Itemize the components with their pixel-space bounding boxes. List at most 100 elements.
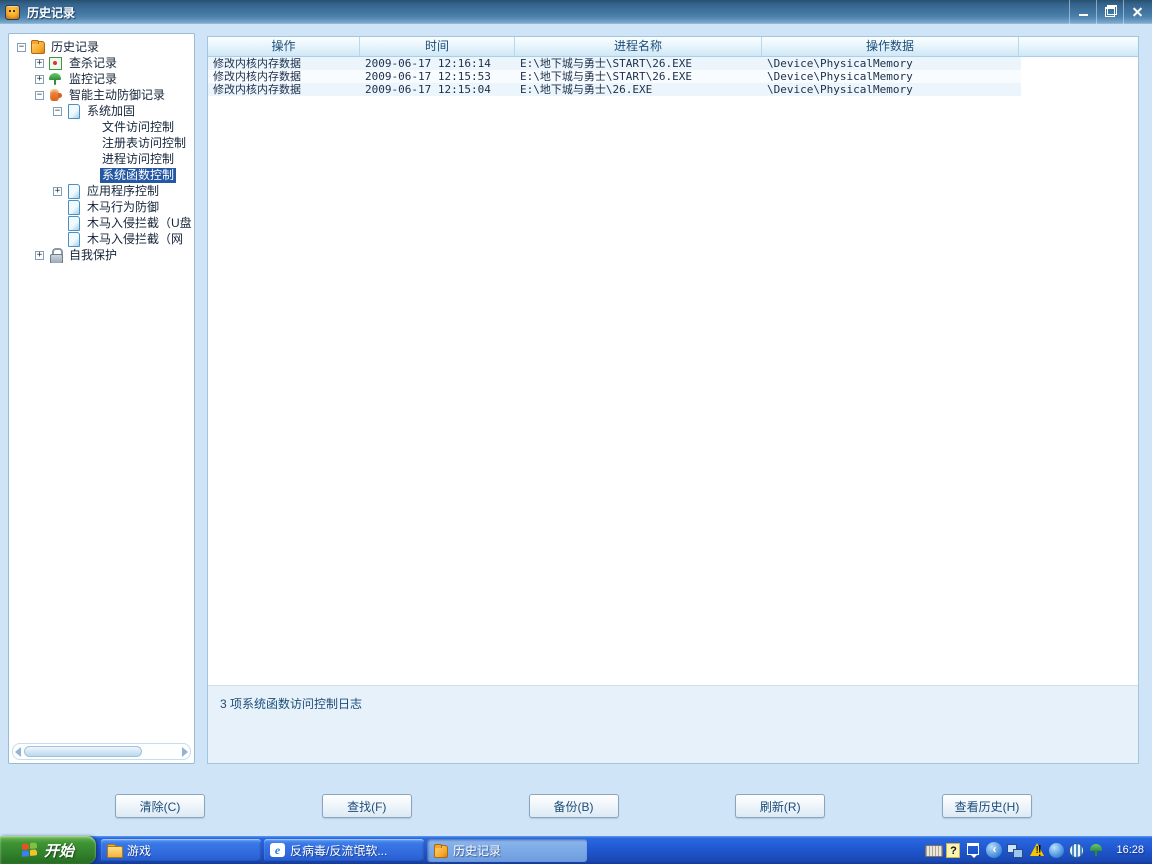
scan-record-icon (48, 56, 63, 70)
lock-icon (48, 248, 63, 263)
tree-item-label: 系统加固 (87, 103, 136, 118)
document-icon (66, 200, 81, 215)
tree-item[interactable]: 木马入侵拦截（U盘 (9, 215, 194, 231)
tree-item-label: 查杀记录 (69, 55, 118, 70)
app-shield-icon (5, 4, 20, 20)
tree-item[interactable]: 木马行为防御 (9, 199, 194, 215)
tree-item[interactable]: + 查杀记录 (9, 55, 194, 71)
tree-horizontal-scrollbar[interactable] (12, 743, 191, 760)
expand-toggle-icon[interactable]: + (35, 58, 44, 68)
desktop: 历史记录 − 历史记录 + 查杀记录 + 监控记录 − 智能主动防御记录 − 系统加固 文件访问控制… (0, 0, 1152, 864)
tree-item-label: 监控记录 (69, 71, 118, 86)
system-tray: ? ‹ 16:28 (925, 836, 1152, 864)
window-title: 历史记录 (27, 5, 76, 20)
tree-item-label: 历史记录 (51, 39, 100, 54)
tree-item[interactable]: 文件访问控制 (9, 119, 194, 135)
restore-button[interactable] (1096, 0, 1123, 24)
document-icon (66, 216, 81, 231)
scroll-right-arrow-icon[interactable] (182, 746, 188, 757)
table-cell: 修改内核内存数据 (213, 70, 301, 83)
windows-flag-icon (21, 842, 38, 858)
close-button[interactable] (1123, 0, 1150, 24)
column-header[interactable]: 时间 (360, 37, 515, 56)
status-band: 3 项系统函数访问控制日志 (208, 685, 1138, 763)
column-header[interactable]: 操作数据 (762, 37, 1019, 56)
tree-item[interactable]: 木马入侵拦截（网 (9, 231, 194, 247)
view-history-button[interactable]: 查看历史(H) (942, 794, 1032, 818)
history-tree-panel: − 历史记录 + 查杀记录 + 监控记录 − 智能主动防御记录 − 系统加固 文件访问控制 注册表访问… (8, 33, 195, 764)
log-list-panel: 操作 时间 进程名称 操作数据 修改内核内存数据 2009-06-17 12:16:14… (207, 36, 1139, 764)
table-row[interactable]: 修改内核内存数据 2009-06-17 12:15:04 E:\地下城与勇士\26.… (208, 83, 1021, 96)
task-label: 游戏 (127, 843, 152, 858)
log-table-body: 修改内核内存数据 2009-06-17 12:16:14 E:\地下城与勇士\STA… (208, 57, 1138, 685)
tree-item[interactable]: + 监控记录 (9, 71, 194, 87)
log-table-header: 操作 时间 进程名称 操作数据 (208, 37, 1138, 57)
tree-item-label: 木马入侵拦截（网 (87, 231, 184, 246)
table-cell: 2009-06-17 12:15:53 (365, 70, 491, 83)
game-folder-icon (107, 843, 123, 858)
table-row[interactable]: 修改内核内存数据 2009-06-17 12:15:53 E:\地下城与勇士\STA… (208, 70, 1021, 83)
tree-item-label-selected: 系统函数控制 (100, 167, 177, 183)
clear-button[interactable]: 清除(C) (115, 794, 205, 818)
globe-icon[interactable] (1049, 842, 1065, 858)
tree-item[interactable]: 系统函数控制 (9, 167, 194, 183)
refresh-button[interactable]: 刷新(R) (735, 794, 826, 818)
tree-item[interactable]: − 智能主动防御记录 (9, 87, 194, 103)
collapse-chevron-icon[interactable]: ‹ (986, 842, 1003, 858)
tree-item[interactable]: − 历史记录 (9, 39, 194, 55)
column-header[interactable] (1019, 37, 1138, 56)
defense-hand-icon (48, 88, 63, 102)
scroll-left-arrow-icon[interactable] (15, 746, 21, 757)
column-header[interactable]: 进程名称 (515, 37, 762, 56)
log-count-status: 3 项系统函数访问控制日志 (220, 697, 363, 711)
table-row[interactable]: 修改内核内存数据 2009-06-17 12:16:14 E:\地下城与勇士\STA… (208, 57, 1021, 70)
network-icon[interactable] (1007, 842, 1024, 858)
collapse-toggle-icon[interactable]: − (17, 42, 26, 52)
taskbar: 开始 游戏 e 反病毒/反流氓软... 历史记录 ? ‹ 16:28 (0, 836, 1152, 864)
striped-ball-icon[interactable] (1069, 842, 1085, 858)
tree-item[interactable]: 进程访问控制 (9, 151, 194, 167)
history-window: 历史记录 − 历史记录 + 查杀记录 + 监控记录 − 智能主动防御记录 − 系统加固 文件访问控制… (0, 0, 1152, 836)
find-button[interactable]: 查找(F) (321, 794, 412, 818)
taskbar-task[interactable]: 游戏 (101, 838, 261, 862)
expand-toggle-icon[interactable]: + (53, 186, 62, 196)
tree: − 历史记录 + 查杀记录 + 监控记录 − 智能主动防御记录 − 系统加固 文件访问控制 注册表访问… (9, 39, 194, 263)
tree-item-label: 自我保护 (69, 247, 118, 262)
taskbar-task[interactable]: e 反病毒/反流氓软... (264, 838, 424, 862)
taskbar-tasks: 游戏 e 反病毒/反流氓软... 历史记录 (101, 838, 587, 862)
document-icon (66, 104, 81, 119)
ie-icon: e (270, 843, 285, 857)
start-label: 开始 (43, 842, 74, 860)
tree-item-label: 应用程序控制 (87, 183, 160, 198)
folder-icon (30, 40, 45, 54)
scrollbar-thumb[interactable] (24, 746, 142, 757)
backup-button[interactable]: 备份(B) (528, 794, 619, 818)
help-icon[interactable]: ? (946, 843, 961, 858)
keyboard-icon[interactable] (925, 842, 944, 858)
collapse-toggle-icon[interactable]: − (35, 90, 44, 100)
umbrella-icon[interactable] (1089, 843, 1105, 859)
tree-item-label: 注册表访问控制 (102, 135, 187, 150)
restore-window-icon[interactable] (965, 842, 981, 858)
minimize-button[interactable] (1069, 0, 1096, 24)
table-cell: \Device\PhysicalMemory (767, 57, 913, 70)
folder-icon (433, 843, 448, 858)
table-cell: E:\地下城与勇士\START\26.EXE (520, 70, 692, 83)
titlebar[interactable]: 历史记录 (0, 0, 1152, 24)
tree-item[interactable]: − 系统加固 (9, 103, 194, 119)
table-cell: 2009-06-17 12:16:14 (365, 57, 491, 70)
expand-toggle-icon[interactable]: + (35, 250, 44, 260)
taskbar-task[interactable]: 历史记录 (427, 838, 587, 862)
expand-toggle-icon[interactable]: + (35, 74, 44, 84)
collapse-toggle-icon[interactable]: − (53, 106, 62, 116)
start-button[interactable]: 开始 (0, 836, 96, 864)
tree-item[interactable]: 注册表访问控制 (9, 135, 194, 151)
tree-item[interactable]: + 自我保护 (9, 247, 194, 263)
alert-icon[interactable] (1028, 842, 1045, 858)
column-header[interactable]: 操作 (208, 37, 360, 56)
tree-item-label: 智能主动防御记录 (69, 87, 166, 102)
document-icon (66, 232, 81, 247)
tree-item[interactable]: + 应用程序控制 (9, 183, 194, 199)
window-controls (1069, 0, 1150, 24)
table-cell: E:\地下城与勇士\26.EXE (520, 83, 653, 96)
